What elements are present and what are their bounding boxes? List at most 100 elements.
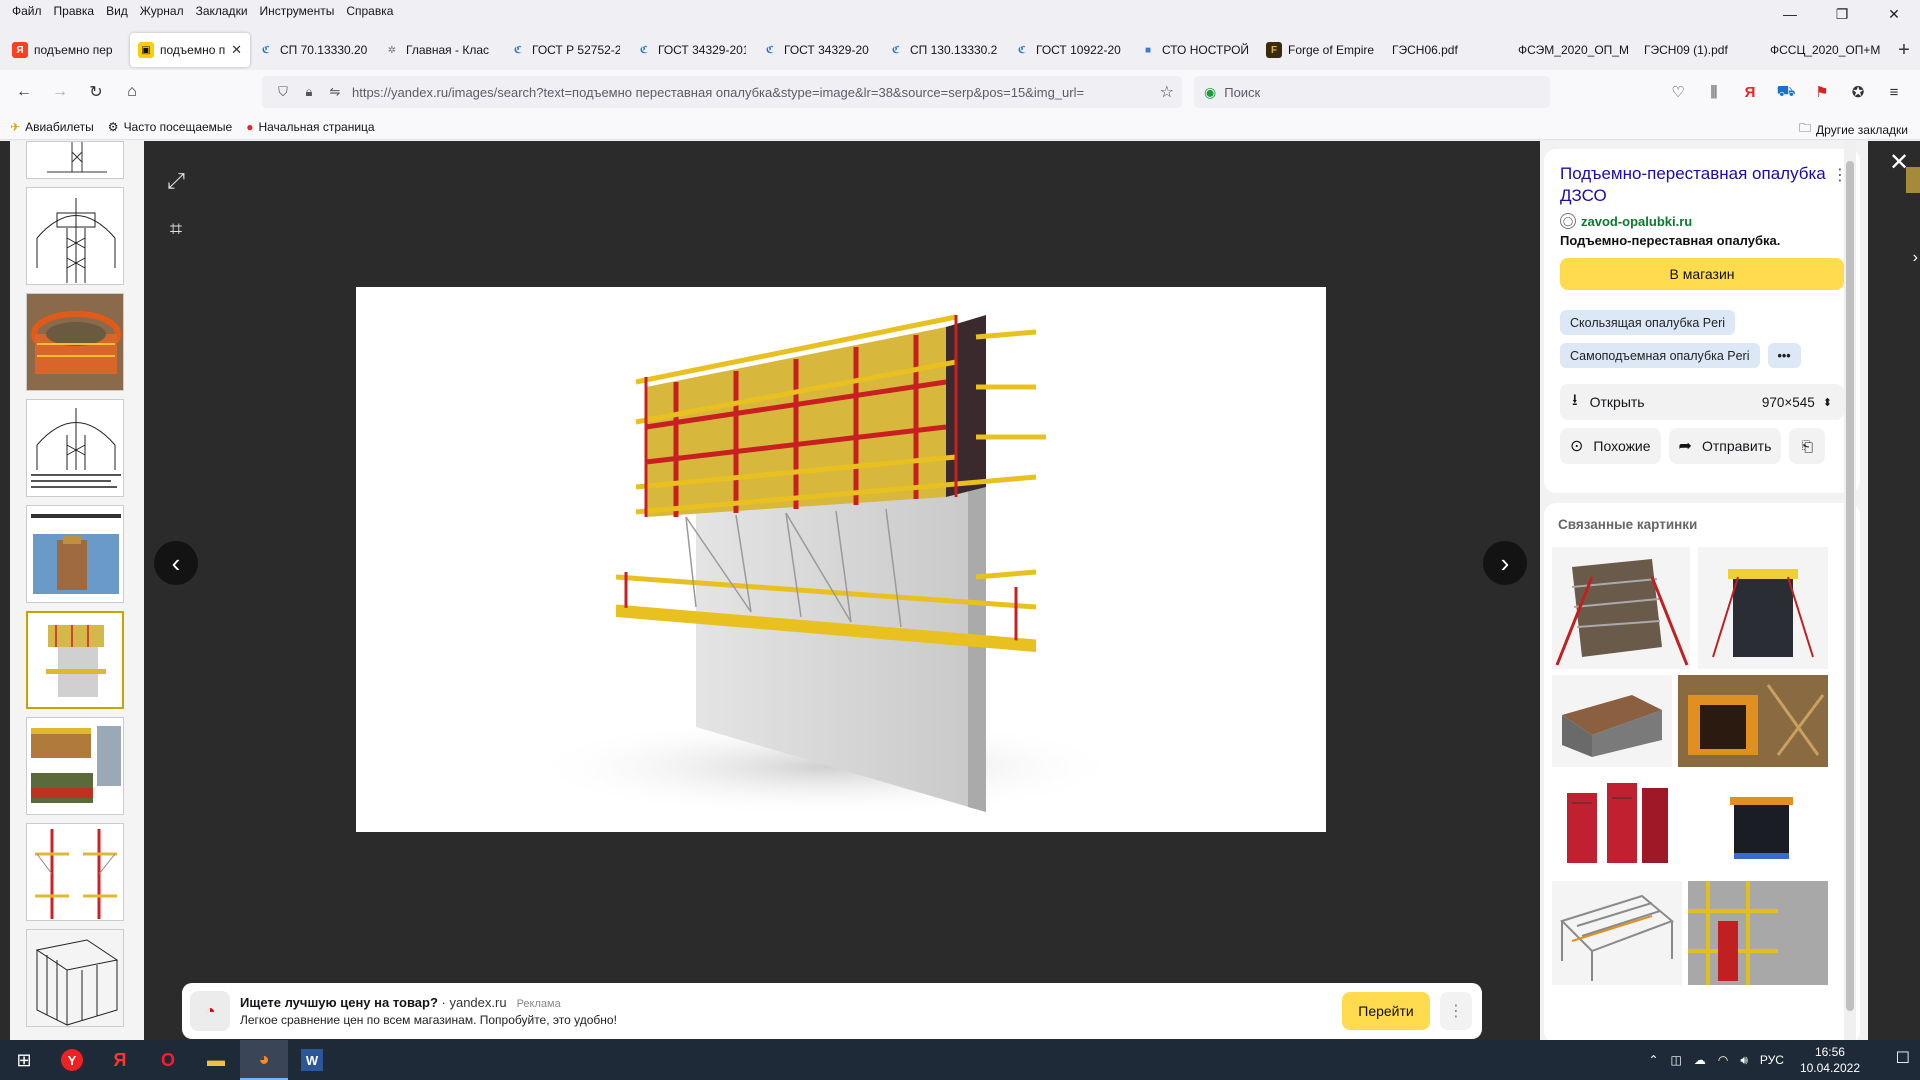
volume-icon[interactable]: 🔊︎ (1740, 1053, 1748, 1068)
thumbnail-0[interactable] (26, 141, 124, 179)
panel-scrollbar[interactable] (1844, 141, 1856, 1040)
restore-button[interactable]: ❐ (1816, 0, 1868, 28)
notifications-icon[interactable]: ☐ (1896, 1048, 1910, 1068)
tag-chip[interactable]: Скользящая опалубка Peri (1560, 310, 1736, 335)
menu-item[interactable]: Инструменты (254, 4, 341, 18)
cloud-icon[interactable]: ☁ (1694, 1053, 1706, 1067)
menu-item[interactable]: Вид (100, 4, 134, 18)
home-button[interactable]: ⌂ (116, 76, 148, 108)
crop-icon[interactable]: ⌗ (156, 209, 196, 249)
tab[interactable]: ℭ ГОСТ 10922-20 (1006, 33, 1132, 67)
yandex-app-icon[interactable]: Я (96, 1040, 144, 1080)
related-image[interactable] (1552, 773, 1688, 875)
url-text[interactable]: https://yandex.ru/images/search?text=под… (352, 85, 1152, 100)
thumbnail-3[interactable] (26, 399, 124, 497)
yandex-icon[interactable]: Я (1732, 76, 1768, 108)
tab[interactable]: ℭ ГОСТ Р 52752-2 (502, 33, 628, 67)
word-icon[interactable]: W (288, 1040, 336, 1080)
forward-button[interactable]: → (44, 76, 76, 108)
close-viewer-icon[interactable]: ✕ (1884, 147, 1914, 177)
tab[interactable]: F Forge of Empire (1258, 33, 1384, 67)
tab[interactable]: ГЭСН06.pdf (1384, 33, 1510, 67)
prev-image-button[interactable]: ‹ (154, 541, 198, 585)
image-size-select[interactable]: 970×545 (1762, 395, 1815, 410)
new-tab-button[interactable]: + (1888, 33, 1920, 67)
firefox-icon[interactable]: ◕ (240, 1040, 288, 1080)
ad-more-button[interactable]: ⋮ (1440, 992, 1472, 1030)
reload-button[interactable]: ↻ (80, 76, 112, 108)
ad-title[interactable]: Ищете лучшую цену на товар? (240, 995, 438, 1010)
tab[interactable]: ℭ ГОСТ 34329-20 (754, 33, 880, 67)
file-explorer-icon[interactable]: ▬ (192, 1040, 240, 1080)
wifi-icon[interactable]: ◠ (1718, 1053, 1728, 1067)
thumbnail-8[interactable] (26, 929, 124, 1027)
next-image-button[interactable]: › (1483, 541, 1527, 585)
menu-item[interactable]: Журнал (134, 4, 190, 18)
tab[interactable]: Яподъемно пер (4, 33, 130, 67)
share-button[interactable]: ➦ Отправить (1668, 428, 1782, 464)
ad-banner[interactable]: ◔ Ищете лучшую цену на товар? · yandex.r… (182, 983, 1482, 1039)
bookmark-item[interactable]: ⚙ Часто посещаемые (108, 120, 232, 134)
tab-active[interactable]: ▣ подъемно п ✕ (130, 33, 250, 67)
tab[interactable]: ℭ ГОСТ 34329-201 (628, 33, 754, 67)
minimize-button[interactable]: — (1764, 0, 1816, 28)
tag-chip[interactable]: Самоподъемная опалубка Peri (1560, 343, 1760, 368)
close-window-button[interactable]: ✕ (1868, 0, 1920, 28)
extension-icon[interactable]: ✪ (1840, 76, 1876, 108)
thumbnail-1[interactable] (26, 187, 124, 285)
related-image[interactable] (1688, 881, 1828, 985)
thumbnail-5-selected[interactable] (26, 611, 124, 709)
tab[interactable]: ФССЦ_2020_ОП+М (1762, 33, 1888, 67)
search-input[interactable]: ◉ Поиск (1194, 76, 1550, 108)
clock[interactable]: 16:56 10.04.2022 (1800, 1044, 1860, 1076)
menu-item[interactable]: Правка (48, 4, 101, 18)
related-image[interactable] (1694, 773, 1828, 875)
tab[interactable]: ФСЭМ_2020_ОП_М (1510, 33, 1636, 67)
menu-item[interactable]: Закладки (190, 4, 254, 18)
thumbnail-6[interactable] (26, 717, 124, 815)
related-image[interactable] (1552, 547, 1690, 669)
yandex-browser-icon[interactable]: Y (48, 1040, 96, 1080)
menu-item[interactable]: Файл (6, 4, 48, 18)
related-image[interactable] (1552, 881, 1682, 985)
related-image[interactable] (1552, 675, 1672, 767)
other-bookmarks[interactable]: 🗀︎ Другие закладки (1799, 119, 1908, 140)
bookmark-item[interactable]: ✈ Авиабилеты (10, 120, 94, 134)
windows-start-icon[interactable]: ⊞ (0, 1040, 48, 1080)
bookmark-item[interactable]: ● Начальная страница (246, 120, 374, 134)
thumbnail-7[interactable] (26, 823, 124, 921)
main-image[interactable] (356, 287, 1326, 832)
thumbnail-4[interactable] (26, 505, 124, 603)
back-button[interactable]: ← (8, 76, 40, 108)
bookmark-button[interactable]: ⎗ (1789, 428, 1826, 464)
tab[interactable]: ℭ СП 70.13330.20 (250, 33, 376, 67)
cart-icon[interactable]: ⛟ (1768, 76, 1804, 108)
source-domain[interactable]: zavod-opalubki.ru (1581, 214, 1692, 229)
permissions-icon[interactable]: ⇋ (322, 84, 348, 100)
menu-item[interactable]: Справка (340, 4, 399, 18)
ad-go-button[interactable]: Перейти (1342, 992, 1430, 1030)
shield-icon[interactable]: ⛉ (270, 84, 296, 100)
library-icon[interactable]: ⫼ (1696, 76, 1732, 108)
language-indicator[interactable]: РУС (1760, 1053, 1784, 1067)
tab[interactable]: ГЭСН09 (1).pdf (1636, 33, 1762, 67)
tab[interactable]: ■ СТО НОСТРОЙ (1132, 33, 1258, 67)
image-title-link[interactable]: Подъемно-переставная опалубка ДЗСО (1560, 163, 1830, 207)
tab[interactable]: ✲ Главная - Клас (376, 33, 502, 67)
related-image[interactable] (1698, 547, 1828, 669)
url-bar[interactable]: ⛉ 🔒︎ ⇋ https://yandex.ru/images/search?t… (262, 76, 1182, 108)
source-link[interactable]: ◯ zavod-opalubki.ru (1560, 213, 1844, 229)
open-label[interactable]: Открыть (1590, 394, 1645, 410)
lock-icon[interactable]: 🔒︎ (296, 84, 322, 100)
fullscreen-icon[interactable]: ⤢ (156, 161, 196, 201)
size-arrows-icon[interactable]: ⬍ (1823, 396, 1832, 409)
tray-chevron-icon[interactable]: ⌃ (1648, 1053, 1658, 1067)
bookmark-star-icon[interactable]: ☆ (1160, 82, 1174, 102)
tab[interactable]: ℭ СП 130.13330.2 (880, 33, 1006, 67)
flag-icon[interactable]: ⚑ (1804, 76, 1840, 108)
related-image[interactable] (1678, 675, 1828, 767)
opera-icon[interactable]: O (144, 1040, 192, 1080)
hamburger-menu-icon[interactable]: ≡ (1876, 76, 1912, 108)
scrollbar-thumb[interactable] (1846, 161, 1854, 1011)
network-icon[interactable]: ◫ (1671, 1053, 1682, 1067)
